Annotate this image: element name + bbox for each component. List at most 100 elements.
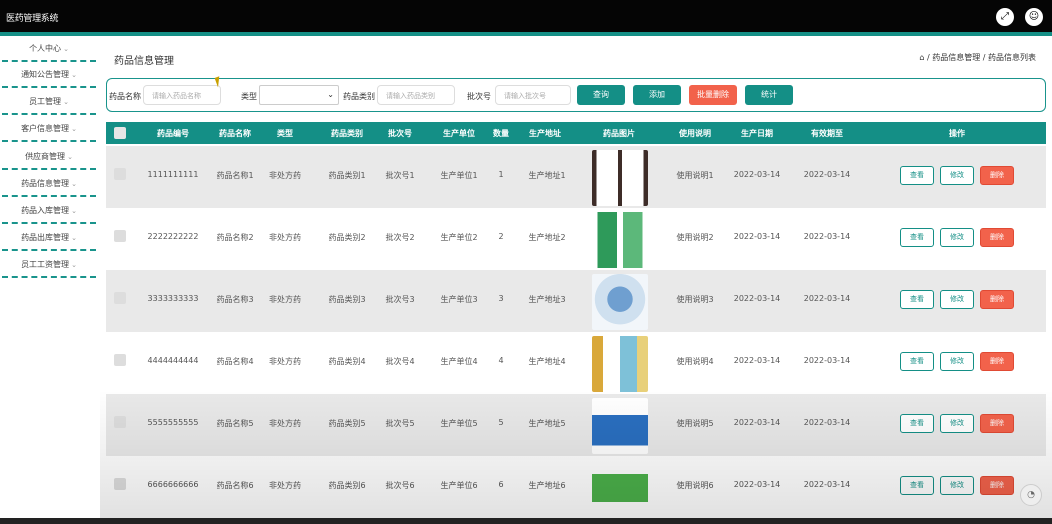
column-header[interactable]: 数量 bbox=[486, 128, 516, 139]
delete-button[interactable]: 删除 bbox=[980, 352, 1014, 371]
cell-type: 非处方药 bbox=[269, 357, 301, 366]
row-checkbox[interactable] bbox=[114, 292, 126, 304]
page-title: 药品信息管理 bbox=[114, 56, 174, 67]
bottom-bar bbox=[0, 518, 1052, 524]
sidebar-item-personal-center[interactable]: 个人中心 ⌄ bbox=[2, 38, 96, 62]
column-header[interactable]: 药品名称 bbox=[210, 128, 260, 139]
sidebar-item-label: 员工管理 bbox=[29, 97, 62, 106]
user-icon[interactable]: ☺ bbox=[1025, 8, 1043, 26]
sidebar-item-customers[interactable]: 客户信息管理 ⌄ bbox=[2, 118, 96, 142]
sidebar: 个人中心 ⌄ 通知公告管理 ⌄ 员工管理 ⌄ 客户信息管理 ⌄ 供应商管理 ⌄ 药品信息管… bbox=[0, 36, 100, 524]
view-button[interactable]: 查看 bbox=[900, 476, 934, 495]
chat-icon[interactable]: ◔ bbox=[1020, 484, 1042, 506]
sidebar-item-drug-info[interactable]: 药品信息管理 ⌄ bbox=[2, 173, 96, 197]
table-row: 6666666666 药品名称6 非处方药 药品类别6 批次号6 生产单位6 6 生产地址6 使… bbox=[106, 456, 1046, 518]
column-header[interactable]: 生产地址 bbox=[520, 128, 570, 139]
cell-qty: 5 bbox=[498, 418, 504, 427]
batch-delete-button[interactable]: 批量删除 bbox=[689, 85, 737, 105]
delete-button[interactable]: 删除 bbox=[980, 228, 1014, 247]
cell-expires: 2022-03-14 bbox=[803, 232, 851, 241]
delete-button[interactable]: 删除 bbox=[980, 476, 1014, 495]
select-all-checkbox[interactable] bbox=[114, 127, 126, 139]
stats-button[interactable]: 统计 bbox=[745, 85, 793, 105]
row-checkbox[interactable] bbox=[114, 168, 126, 180]
row-checkbox[interactable] bbox=[114, 416, 126, 428]
sidebar-item-salary[interactable]: 员工工资管理 ⌄ bbox=[2, 254, 96, 278]
category-input[interactable]: 请输入药品类别 bbox=[377, 85, 455, 105]
cell-usage: 使用说明2 bbox=[676, 233, 714, 242]
type-label: 类型 bbox=[241, 92, 257, 101]
sidebar-item-staff[interactable]: 员工管理 ⌄ bbox=[2, 91, 96, 115]
chevron-down-icon: ⌄ bbox=[71, 207, 77, 215]
view-button[interactable]: 查看 bbox=[900, 290, 934, 309]
column-header[interactable]: 药品类别 bbox=[322, 128, 372, 139]
sidebar-item-label: 个人中心 bbox=[29, 44, 62, 53]
cell-qty: 2 bbox=[498, 232, 504, 241]
table-row: 3333333333 药品名称3 非处方药 药品类别3 批次号3 生产单位3 3 生产地址3 使… bbox=[106, 270, 1046, 332]
cell-address: 生产地址1 bbox=[528, 171, 566, 180]
delete-button[interactable]: 删除 bbox=[980, 166, 1014, 185]
add-button[interactable]: 添加 bbox=[633, 85, 681, 105]
sidebar-item-label: 药品出库管理 bbox=[21, 233, 70, 242]
view-button[interactable]: 查看 bbox=[900, 352, 934, 371]
view-button[interactable]: 查看 bbox=[900, 166, 934, 185]
cell-category: 药品类别5 bbox=[328, 419, 366, 428]
cell-category: 药品类别3 bbox=[328, 295, 366, 304]
cell-usage: 使用说明3 bbox=[676, 295, 714, 304]
cell-type: 非处方药 bbox=[269, 481, 301, 490]
drug-image bbox=[592, 398, 648, 454]
chevron-down-icon: ⌄ bbox=[71, 125, 77, 133]
drug-image bbox=[592, 460, 648, 516]
sidebar-item-notices[interactable]: 通知公告管理 ⌄ bbox=[2, 64, 96, 88]
sidebar-item-drug-outbound[interactable]: 药品出库管理 ⌄ bbox=[2, 227, 96, 251]
drug-image bbox=[592, 150, 648, 206]
column-header[interactable]: 类型 bbox=[270, 128, 300, 139]
cell-name: 药品名称5 bbox=[216, 419, 254, 428]
cell-qty: 3 bbox=[498, 294, 504, 303]
cell-code: 6666666666 bbox=[147, 480, 199, 489]
column-header[interactable]: 使用说明 bbox=[670, 128, 720, 139]
cell-code: 5555555555 bbox=[147, 418, 199, 427]
view-button[interactable]: 查看 bbox=[900, 414, 934, 433]
type-select[interactable]: ⌄ bbox=[259, 85, 339, 105]
fullscreen-icon[interactable]: ⤢ bbox=[996, 8, 1014, 26]
cell-type: 非处方药 bbox=[269, 233, 301, 242]
category-label: 药品类别 bbox=[343, 92, 375, 101]
edit-button[interactable]: 修改 bbox=[940, 290, 974, 309]
chevron-down-icon: ⌄ bbox=[71, 71, 77, 79]
view-button[interactable]: 查看 bbox=[900, 228, 934, 247]
breadcrumb[interactable]: ⌂ / 药品信息管理 / 药品信息列表 bbox=[919, 52, 1036, 63]
row-checkbox[interactable] bbox=[114, 230, 126, 242]
cell-usage: 使用说明4 bbox=[676, 357, 714, 366]
column-header[interactable]: 药品编号 bbox=[148, 128, 198, 139]
cell-address: 生产地址2 bbox=[528, 233, 566, 242]
edit-button[interactable]: 修改 bbox=[940, 414, 974, 433]
column-header[interactable]: 生产日期 bbox=[732, 128, 782, 139]
cell-batch: 批次号3 bbox=[385, 295, 415, 304]
chevron-down-icon: ⌄ bbox=[327, 90, 334, 99]
edit-button[interactable]: 修改 bbox=[940, 476, 974, 495]
drug-image bbox=[592, 212, 648, 268]
edit-button[interactable]: 修改 bbox=[940, 166, 974, 185]
batch-input[interactable]: 请输入批次号 bbox=[495, 85, 571, 105]
edit-button[interactable]: 修改 bbox=[940, 352, 974, 371]
sidebar-item-suppliers[interactable]: 供应商管理 ⌄ bbox=[2, 146, 96, 170]
sidebar-item-drug-inbound[interactable]: 药品入库管理 ⌄ bbox=[2, 200, 96, 224]
column-header[interactable]: 生产单位 bbox=[434, 128, 484, 139]
delete-button[interactable]: 删除 bbox=[980, 414, 1014, 433]
cell-name: 药品名称6 bbox=[216, 481, 254, 490]
table-row: 5555555555 药品名称5 非处方药 药品类别5 批次号5 生产单位5 5 生产地址5 使… bbox=[106, 394, 1046, 456]
column-header[interactable]: 批次号 bbox=[380, 128, 420, 139]
row-checkbox[interactable] bbox=[114, 354, 126, 366]
chevron-down-icon: ⌄ bbox=[67, 153, 73, 161]
drug-name-input[interactable]: 请输入药品名称 bbox=[143, 85, 221, 105]
delete-button[interactable]: 删除 bbox=[980, 290, 1014, 309]
cell-type: 非处方药 bbox=[269, 171, 301, 180]
edit-button[interactable]: 修改 bbox=[940, 228, 974, 247]
row-checkbox[interactable] bbox=[114, 478, 126, 490]
column-header: 药品图片 bbox=[603, 129, 635, 138]
query-button[interactable]: 查询 bbox=[577, 85, 625, 105]
cell-type: 非处方药 bbox=[269, 419, 301, 428]
sidebar-item-label: 客户信息管理 bbox=[21, 124, 70, 133]
column-header[interactable]: 有效期至 bbox=[802, 128, 852, 139]
